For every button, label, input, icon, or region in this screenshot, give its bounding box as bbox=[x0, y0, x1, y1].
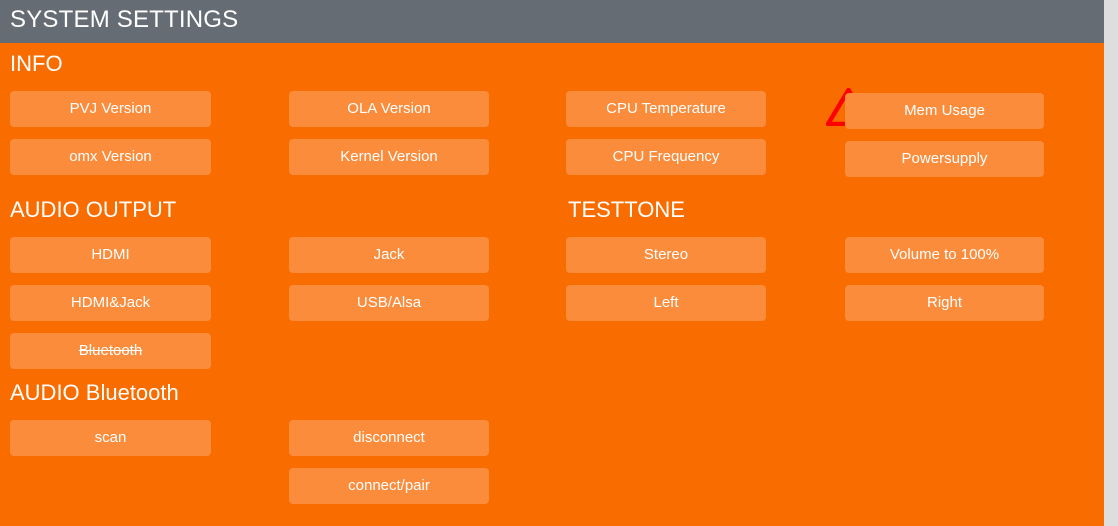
button-cpu-temperature[interactable]: CPU Temperature bbox=[566, 91, 766, 127]
title-bar: SYSTEM SETTINGS bbox=[0, 0, 1104, 43]
button-pvj-version[interactable]: PVJ Version bbox=[10, 91, 211, 127]
button-left[interactable]: Left bbox=[566, 285, 766, 321]
button-ola-version[interactable]: OLA Version bbox=[289, 91, 489, 127]
section-title-audio-output: AUDIO OUTPUT bbox=[10, 197, 177, 222]
button-hdmi-jack[interactable]: HDMI&Jack bbox=[10, 285, 211, 321]
button-omx-version[interactable]: omx Version bbox=[10, 139, 211, 175]
button-scan[interactable]: scan bbox=[10, 420, 211, 456]
section-title-testtone: TESTTONE bbox=[568, 197, 685, 222]
button-stereo[interactable]: Stereo bbox=[566, 237, 766, 273]
vertical-scrollbar[interactable] bbox=[1104, 0, 1118, 526]
button-right[interactable]: Right bbox=[845, 285, 1044, 321]
button-mem-usage[interactable]: Mem Usage bbox=[845, 93, 1044, 129]
button-connect-pair[interactable]: connect/pair bbox=[289, 468, 489, 504]
button-hdmi[interactable]: HDMI bbox=[10, 237, 211, 273]
button-kernel-version[interactable]: Kernel Version bbox=[289, 139, 489, 175]
button-cpu-frequency[interactable]: CPU Frequency bbox=[566, 139, 766, 175]
button-powersupply[interactable]: Powersupply bbox=[845, 141, 1044, 177]
button-disconnect[interactable]: disconnect bbox=[289, 420, 489, 456]
button-bluetooth[interactable]: Bluetooth bbox=[10, 333, 211, 369]
button-usb-alsa[interactable]: USB/Alsa bbox=[289, 285, 489, 321]
window-title: SYSTEM SETTINGS bbox=[10, 6, 239, 33]
section-title-audio-bluetooth: AUDIO Bluetooth bbox=[10, 380, 179, 405]
section-title-info: INFO bbox=[10, 51, 63, 76]
button-volume-to-100[interactable]: Volume to 100% bbox=[845, 237, 1044, 273]
settings-content: INFO PVJ Version omx Version OLA Version… bbox=[0, 43, 1104, 526]
button-jack[interactable]: Jack bbox=[289, 237, 489, 273]
system-settings-window: SYSTEM SETTINGS INFO PVJ Version omx Ver… bbox=[0, 0, 1118, 526]
